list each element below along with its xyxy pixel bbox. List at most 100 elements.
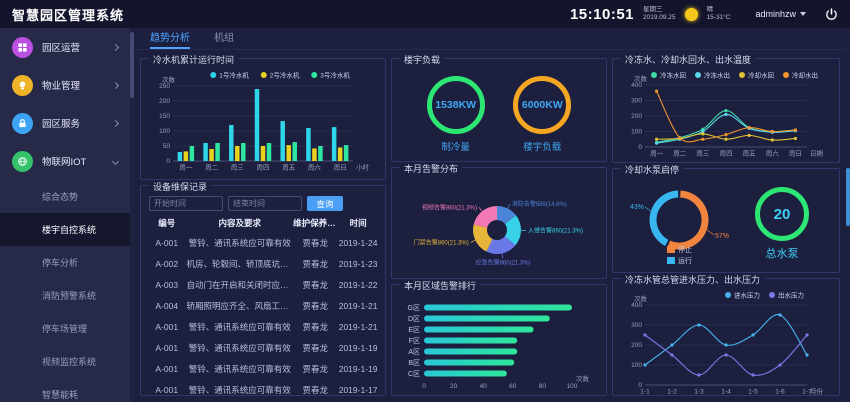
end-time-input[interactable]	[228, 196, 302, 211]
chiller-runtime-bar-chart: 050100150200250周一周二周三周四周五周六周日次数小时1号冷水机2号…	[147, 68, 377, 174]
svg-text:1-4: 1-4	[721, 389, 731, 396]
column-header: 维护保养人员	[293, 217, 337, 229]
sidebar-item[interactable]: 智慧能耗	[0, 378, 130, 402]
sidebar-group-1[interactable]: 园区运营	[0, 28, 130, 66]
svg-text:300: 300	[631, 98, 642, 105]
svg-text:40: 40	[480, 383, 488, 390]
svg-text:G区: G区	[408, 304, 420, 312]
svg-text:D区: D区	[408, 315, 420, 323]
table-cell: 2019-1-17	[337, 385, 379, 395]
svg-text:200: 200	[631, 342, 642, 349]
gauge-value: 1538KW	[435, 99, 476, 111]
page-scrollbar[interactable]	[846, 28, 850, 402]
power-button[interactable]	[825, 8, 838, 21]
sidebar-item[interactable]: 视频监控系统	[0, 345, 130, 378]
svg-text:周六: 周六	[766, 149, 780, 158]
chevron-right-icon	[112, 119, 119, 126]
table-cell: 2019-1-21	[337, 301, 379, 311]
query-button[interactable]: 查询	[307, 196, 343, 211]
gauge-value: 6000KW	[522, 99, 563, 111]
table-cell: 轿厢照明应齐全、风扇工作应正常	[186, 300, 293, 312]
start-time-input[interactable]	[149, 196, 223, 211]
panel-title: 冷却水泵启停	[621, 163, 683, 176]
svg-text:100: 100	[567, 383, 578, 390]
table-cell: 2019-1-19	[337, 364, 379, 374]
sidebar-group-3[interactable]: 园区服务	[0, 104, 130, 142]
sidebar-group-4[interactable]: 物联网IOT	[0, 142, 130, 180]
svg-text:100: 100	[631, 129, 642, 136]
sidebar-item[interactable]: 停车分析	[0, 246, 130, 279]
alarm-ranking-hbar-chart: G区D区E区F区A区B区C区020406080100次数	[398, 294, 598, 396]
svg-text:冷冻水出: 冷冻水出	[704, 71, 730, 80]
svg-text:周四: 周四	[257, 164, 270, 172]
table-cell: 2019-1-24	[337, 238, 379, 248]
content-area: 趋势分析机组 冷水机累计运行时间 050100150200250周一周二周三周四…	[134, 28, 850, 402]
svg-text:2号冷水机: 2号冷水机	[270, 71, 300, 80]
date-label: 2019.09.25	[643, 14, 676, 22]
total-pump-gauge: 20 总水泵	[755, 187, 809, 261]
svg-text:1-3: 1-3	[694, 389, 704, 396]
column-header: 内容及要求	[186, 217, 293, 229]
page-scrollbar-thumb[interactable]	[846, 168, 850, 226]
table-row: A-002机房、轮毂间、轿顶底坑应清理贾春龙2019-1-23	[147, 253, 379, 274]
svg-text:视频告警860(21.3%): 视频告警860(21.3%)	[422, 203, 477, 211]
svg-text:冷却水回: 冷却水回	[748, 71, 774, 80]
sidebar-group-2[interactable]: 物业管理	[0, 66, 130, 104]
svg-text:进水压力: 进水压力	[734, 291, 760, 300]
sidebar-group-label: 园区服务	[42, 116, 80, 130]
sidebar-item[interactable]: 停车场管理	[0, 312, 130, 345]
sidebar-item[interactable]: 综合态势	[0, 180, 130, 213]
sidebar-scrollbar-thumb[interactable]	[130, 32, 134, 98]
sidebar-nav: 园区运营物业管理园区服务物联网IOT综合态势楼宇自控系统停车分析消防预警系统停车…	[0, 28, 130, 402]
panel-building-load: 楼宇负载 1538KW制冷量6000KW楼宇负载	[391, 58, 607, 162]
svg-text:43%: 43%	[630, 204, 644, 211]
table-cell: 警铃、通讯系统应可靠有效	[186, 237, 293, 249]
panel-pump-status: 冷却水泵启停 43%57%停止运行 20 总水泵	[612, 168, 840, 273]
panel-water-pressure: 冷冻水管总管进水压力、出水压力 01002003004001-11-21-31-…	[612, 278, 840, 396]
grid-icon	[12, 37, 33, 58]
tab-2[interactable]: 机组	[214, 29, 234, 49]
chevron-right-icon	[112, 81, 119, 88]
column-middle: 楼宇负载 1538KW制冷量6000KW楼宇负载 本月告警分布 消防告警589(…	[391, 58, 607, 396]
svg-text:日期: 日期	[810, 150, 824, 158]
table-cell: 贾春龙	[293, 384, 337, 396]
svg-text:周一: 周一	[179, 164, 193, 172]
weather-text: 晴	[707, 6, 731, 14]
svg-text:80: 80	[539, 383, 547, 390]
svg-text:60: 60	[509, 383, 517, 390]
table-row: A-004轿厢照明应齐全、风扇工作应正常贾春龙2019-1-21	[147, 295, 379, 316]
svg-text:消防告警589(14.6%): 消防告警589(14.6%)	[512, 200, 567, 208]
clock: 15:10:51	[570, 6, 634, 23]
table-cell: 贾春龙	[293, 279, 337, 291]
weather-block: 晴 15-31°C	[707, 6, 731, 23]
table-cell: 贾春龙	[293, 342, 337, 354]
sidebar-item[interactable]: 消防预警系统	[0, 279, 130, 312]
svg-text:0: 0	[638, 144, 642, 151]
gauge-ring: 6000KW	[513, 76, 571, 134]
svg-text:F区: F区	[409, 337, 420, 345]
user-menu[interactable]: adminhzw	[755, 9, 806, 19]
table-cell: A-001	[147, 238, 186, 248]
panel-title: 楼宇负载	[400, 53, 444, 66]
chevron-right-icon	[112, 43, 119, 50]
sidebar-scrollbar[interactable]	[130, 28, 134, 402]
table-cell: A-001	[147, 322, 186, 332]
chevron-down-icon	[112, 157, 119, 164]
table-row: A-001警铃、通讯系统应可靠有效贾春龙2019-1-19	[147, 358, 379, 379]
svg-text:小时: 小时	[356, 163, 370, 172]
svg-text:冷却水出: 冷却水出	[792, 71, 818, 80]
sidebar-item[interactable]: 楼宇自控系统	[0, 213, 130, 246]
svg-text:次数: 次数	[162, 75, 176, 84]
panel-title: 设备维保记录	[149, 180, 211, 193]
svg-text:1-5: 1-5	[748, 389, 758, 396]
table-cell: 警铃、通讯系统应可靠有效	[186, 363, 293, 375]
svg-text:100: 100	[159, 128, 170, 135]
app-title: 智慧园区管理系统	[12, 5, 124, 24]
svg-text:入侵告警860(21.3%): 入侵告警860(21.3%)	[528, 227, 583, 235]
svg-text:400: 400	[631, 82, 642, 89]
table-cell: A-001	[147, 343, 186, 353]
gauge-label: 楼宇负载	[523, 139, 561, 153]
tab-1[interactable]: 趋势分析	[150, 29, 190, 49]
table-cell: 贾春龙	[293, 321, 337, 333]
panel-title: 本月告警分布	[400, 162, 462, 175]
